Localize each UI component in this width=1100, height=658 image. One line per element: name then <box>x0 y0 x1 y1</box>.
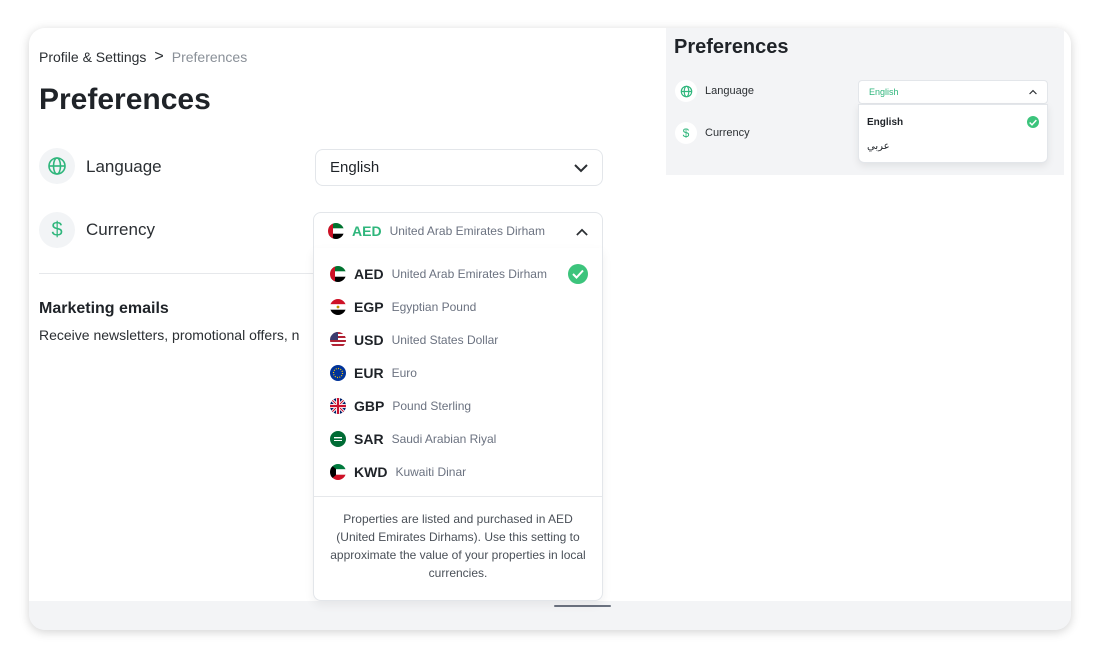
preview-language-select[interactable]: English <box>858 80 1048 104</box>
currency-code: EGP <box>354 299 384 315</box>
currency-name: Egyptian Pound <box>391 300 477 314</box>
currency-code: GBP <box>354 398 385 414</box>
currency-name: Pound Sterling <box>392 399 472 413</box>
section-divider <box>39 273 319 274</box>
language-label: Language <box>86 157 162 176</box>
marketing-emails-description: Receive newsletters, promotional offers,… <box>39 327 300 343</box>
uae-flag-icon <box>330 266 346 282</box>
check-icon <box>1027 116 1039 128</box>
language-select-value: English <box>330 159 380 176</box>
language-option-english[interactable]: English <box>867 117 903 128</box>
egypt-flag-icon <box>330 299 346 315</box>
bottom-bar <box>29 601 1071 630</box>
currency-code: SAR <box>354 431 384 447</box>
currency-name: Kuwaiti Dinar <box>395 465 467 479</box>
currency-name: United States Dollar <box>391 333 499 347</box>
preview-language-value: English <box>869 87 899 97</box>
dollar-icon: $ <box>39 212 75 248</box>
dollar-icon: $ <box>675 122 697 144</box>
currency-option-kwd[interactable]: KWD Kuwaiti Dinar <box>330 460 466 484</box>
chevron-up-icon <box>1029 87 1037 97</box>
home-indicator[interactable] <box>554 605 611 607</box>
uk-flag-icon <box>330 398 346 414</box>
currency-note: Properties are listed and purchased in A… <box>330 512 586 580</box>
currency-code: AED <box>354 266 384 282</box>
breadcrumb-separator: > <box>154 48 164 65</box>
currency-code: KWD <box>354 464 388 480</box>
app-window: Profile & Settings > Preferences Prefere… <box>29 28 1071 630</box>
currency-option-gbp[interactable]: GBP Pound Sterling <box>330 394 471 418</box>
saudi-flag-icon <box>330 431 346 447</box>
currency-select-code: AED <box>352 222 382 239</box>
currency-dropdown: AED United Arab Emirates Dirham EGP Egyp… <box>313 248 603 601</box>
currency-label: Currency <box>86 220 155 239</box>
currency-select-name: United Arab Emirates Dirham <box>389 223 545 238</box>
kuwait-flag-icon <box>330 464 346 480</box>
language-option-arabic[interactable]: عربي <box>867 141 890 152</box>
language-select[interactable]: English <box>315 149 603 186</box>
currency-option-usd[interactable]: USD United States Dollar <box>330 328 498 352</box>
breadcrumb-current: Preferences <box>171 49 248 65</box>
globe-icon <box>39 148 75 184</box>
currency-name: Saudi Arabian Riyal <box>391 432 497 446</box>
currency-option-aed[interactable]: AED United Arab Emirates Dirham <box>330 262 547 286</box>
currency-option-sar[interactable]: SAR Saudi Arabian Riyal <box>330 427 496 451</box>
currency-code: EUR <box>354 365 384 381</box>
preview-currency-label: Currency <box>705 127 750 139</box>
currency-name: Euro <box>391 366 417 380</box>
currency-option-eur[interactable]: EUR Euro <box>330 361 417 385</box>
eu-flag-icon <box>330 365 346 381</box>
chevron-down-icon <box>574 160 588 176</box>
preview-title: Preferences <box>674 36 789 58</box>
uae-flag-icon <box>328 222 344 239</box>
preview-language-label: Language <box>705 85 754 97</box>
currency-name: United Arab Emirates Dirham <box>391 267 547 281</box>
dropdown-divider <box>314 496 602 497</box>
currency-select[interactable]: AED United Arab Emirates Dirham <box>313 212 603 249</box>
marketing-emails-title: Marketing emails <box>39 300 169 317</box>
check-icon <box>568 264 588 284</box>
globe-icon <box>675 80 697 102</box>
preview-language-dropdown: English عربي <box>858 104 1048 163</box>
breadcrumb: Profile & Settings > Preferences <box>39 48 247 66</box>
currency-option-egp[interactable]: EGP Egyptian Pound <box>330 295 476 319</box>
currency-code: USD <box>354 332 384 348</box>
page-title: Preferences <box>39 83 211 116</box>
us-flag-icon <box>330 332 346 348</box>
chevron-up-icon <box>576 223 588 239</box>
breadcrumb-parent-link[interactable]: Profile & Settings <box>39 49 146 65</box>
